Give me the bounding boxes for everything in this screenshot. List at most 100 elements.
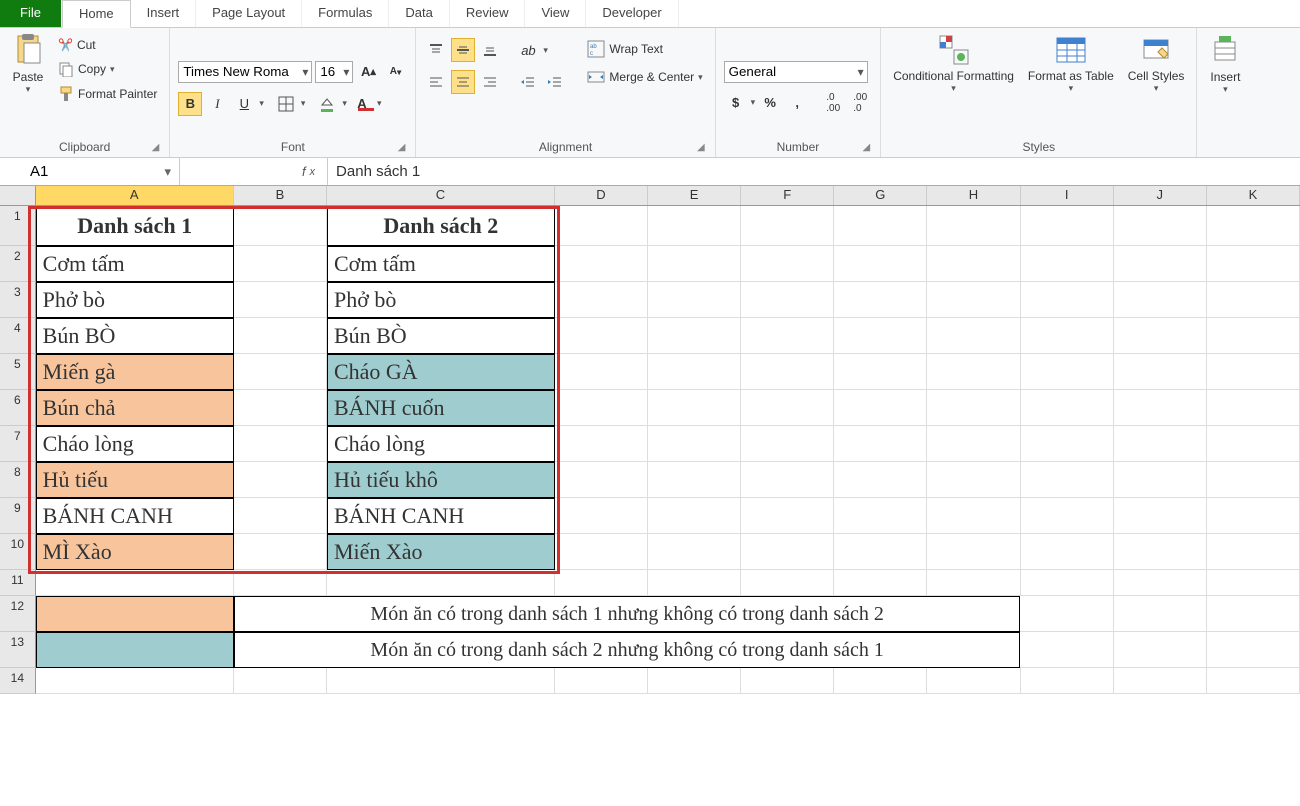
paste-button[interactable]: Paste ▾ xyxy=(8,32,48,97)
cell[interactable] xyxy=(234,426,327,462)
cell[interactable] xyxy=(1207,570,1300,596)
cell[interactable] xyxy=(234,246,327,282)
cell[interactable] xyxy=(555,318,648,354)
font-color-button[interactable]: A xyxy=(350,92,374,116)
cell[interactable] xyxy=(648,534,741,570)
cell[interactable] xyxy=(1207,426,1300,462)
increase-font-button[interactable]: A▴ xyxy=(356,60,380,84)
cell[interactable] xyxy=(1114,206,1207,246)
row-header[interactable]: 7 xyxy=(0,426,36,462)
cell[interactable] xyxy=(741,570,834,596)
cell[interactable] xyxy=(648,206,741,246)
align-left-button[interactable] xyxy=(424,70,448,94)
align-right-button[interactable] xyxy=(478,70,502,94)
font-size-combo[interactable]: ▾ xyxy=(315,61,353,83)
number-format-combo[interactable]: ▾ xyxy=(724,61,868,83)
cell[interactable] xyxy=(648,390,741,426)
cell[interactable] xyxy=(741,534,834,570)
cell[interactable] xyxy=(741,282,834,318)
cell[interactable] xyxy=(1021,570,1114,596)
cell[interactable] xyxy=(927,390,1020,426)
conditional-formatting-button[interactable]: Conditional Formatting▾ xyxy=(889,32,1018,96)
cell[interactable] xyxy=(1021,354,1114,390)
increase-decimal-button[interactable]: .0.00 xyxy=(821,91,845,115)
cell[interactable] xyxy=(1207,354,1300,390)
tab-review[interactable]: Review xyxy=(450,0,526,27)
cell[interactable] xyxy=(1114,596,1207,632)
cell[interactable]: Phở bò xyxy=(327,282,555,318)
row-header[interactable]: 5 xyxy=(0,354,36,390)
cell[interactable]: BÁNH CANH xyxy=(36,498,234,534)
number-format-input[interactable] xyxy=(725,62,855,82)
cell[interactable] xyxy=(555,246,648,282)
cell[interactable] xyxy=(234,462,327,498)
cell[interactable]: Hủ tiếu khô xyxy=(327,462,555,498)
cell[interactable] xyxy=(834,462,927,498)
cell[interactable] xyxy=(834,668,927,694)
cell[interactable] xyxy=(1114,668,1207,694)
cell[interactable] xyxy=(1207,668,1300,694)
cell[interactable] xyxy=(555,354,648,390)
cell[interactable] xyxy=(741,354,834,390)
cell[interactable] xyxy=(1114,354,1207,390)
cell[interactable] xyxy=(1021,462,1114,498)
row-header[interactable]: 3 xyxy=(0,282,36,318)
cell[interactable] xyxy=(1207,632,1300,668)
cell[interactable] xyxy=(834,246,927,282)
cell[interactable] xyxy=(36,668,234,694)
cell[interactable] xyxy=(741,318,834,354)
cell[interactable] xyxy=(834,498,927,534)
cell[interactable] xyxy=(1021,426,1114,462)
tab-home[interactable]: Home xyxy=(62,0,131,28)
cell[interactable] xyxy=(741,246,834,282)
cell[interactable] xyxy=(927,354,1020,390)
tab-page-layout[interactable]: Page Layout xyxy=(196,0,302,27)
row-header[interactable]: 8 xyxy=(0,462,36,498)
format-painter-button[interactable]: Format Painter xyxy=(54,84,161,104)
col-header-K[interactable]: K xyxy=(1207,186,1300,205)
comma-button[interactable]: , xyxy=(785,91,809,115)
accounting-format-button[interactable]: $ xyxy=(724,91,748,115)
cell[interactable] xyxy=(36,596,234,632)
dialog-launcher-icon[interactable]: ◢ xyxy=(862,142,870,153)
col-header-D[interactable]: D xyxy=(555,186,648,205)
cell[interactable] xyxy=(741,426,834,462)
cell[interactable] xyxy=(555,426,648,462)
cell[interactable] xyxy=(927,462,1020,498)
cell[interactable] xyxy=(648,668,741,694)
cell[interactable] xyxy=(1114,632,1207,668)
cell[interactable] xyxy=(555,570,648,596)
cell[interactable] xyxy=(927,498,1020,534)
percent-button[interactable]: % xyxy=(758,91,782,115)
col-header-J[interactable]: J xyxy=(1114,186,1207,205)
insert-cells-button[interactable]: Insert▾ xyxy=(1205,32,1245,97)
cell[interactable] xyxy=(834,570,927,596)
cell[interactable] xyxy=(1021,318,1114,354)
cell[interactable]: Danh sách 1 xyxy=(36,206,234,246)
cell[interactable] xyxy=(234,534,327,570)
cell[interactable]: Cháo lòng xyxy=(327,426,555,462)
cell[interactable] xyxy=(927,206,1020,246)
row-header[interactable]: 14 xyxy=(0,668,36,694)
cell[interactable] xyxy=(1021,534,1114,570)
decrease-font-button[interactable]: A▾ xyxy=(383,60,407,84)
col-header-G[interactable]: G xyxy=(834,186,927,205)
cell[interactable] xyxy=(234,354,327,390)
name-box[interactable]: ▾ xyxy=(0,158,180,185)
cell-styles-button[interactable]: Cell Styles▾ xyxy=(1124,32,1189,96)
cell[interactable]: Cháo lòng xyxy=(36,426,234,462)
row-header[interactable]: 12 xyxy=(0,596,36,632)
row-header[interactable]: 6 xyxy=(0,390,36,426)
cell[interactable] xyxy=(234,668,327,694)
cell[interactable] xyxy=(834,318,927,354)
cell[interactable]: BÁNH cuốn xyxy=(327,390,555,426)
font-name-input[interactable] xyxy=(179,62,299,82)
col-header-C[interactable]: C xyxy=(327,186,555,205)
row-header[interactable]: 13 xyxy=(0,632,36,668)
cell[interactable] xyxy=(1114,246,1207,282)
cell[interactable]: Miến Xào xyxy=(327,534,555,570)
cell[interactable] xyxy=(555,282,648,318)
cell[interactable]: Hủ tiếu xyxy=(36,462,234,498)
cell[interactable]: Cháo GÀ xyxy=(327,354,555,390)
cell[interactable] xyxy=(927,534,1020,570)
